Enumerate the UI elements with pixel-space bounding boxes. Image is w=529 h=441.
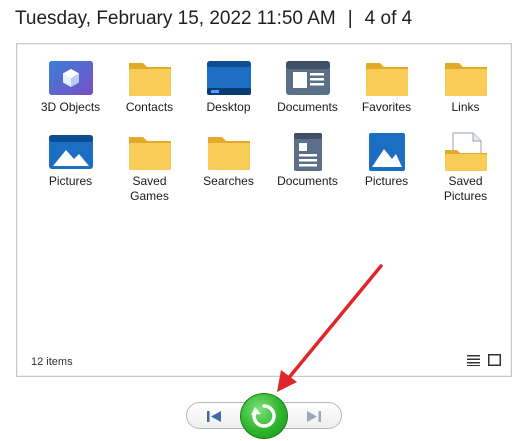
list-item-label: Desktop [206,100,251,114]
view-toggle-group [467,351,501,370]
list-item[interactable]: Searches [189,132,268,206]
list-item[interactable]: Pictures [31,132,110,206]
rotate-icon [251,404,276,428]
saved-pictures-folder-icon [443,132,489,172]
list-item[interactable]: Favorites [347,58,426,132]
list-item[interactable]: Links [426,58,505,132]
list-item-label: Saved Games [130,174,169,203]
list-item[interactable]: Contacts [110,58,189,132]
folder-icon [127,58,173,98]
list-item[interactable]: Desktop [189,58,268,132]
next-button[interactable] [299,406,329,426]
image-preview: 3D Objects Contacts Desktop Documents Fa… [16,43,512,377]
folder-icon [364,58,410,98]
list-item[interactable]: Pictures [347,132,426,206]
list-item-label: Pictures [364,174,409,188]
desktop-folder-icon [206,58,252,98]
rotate-button[interactable] [240,393,288,439]
large-icons-view-icon[interactable] [488,351,501,370]
list-item-label: 3D Objects [40,100,101,114]
list-item-label: Documents [277,174,338,188]
folder-icon [206,132,252,172]
skip-previous-icon [207,410,221,422]
pictures-library-icon [364,132,410,172]
folder-icon [443,58,489,98]
photo-datetime: Tuesday, February 15, 2022 11:50 AM [15,8,336,29]
list-item[interactable]: 3D Objects [31,58,110,132]
photo-position: 4 of 4 [364,8,413,29]
item-count: 12 items [31,356,73,368]
list-item-label: Links [451,100,480,114]
3d-objects-icon [48,58,94,98]
list-item-label: Contacts [125,100,174,114]
list-item[interactable]: Documents [268,132,347,206]
list-item[interactable]: Saved Games [110,132,189,206]
previous-button[interactable] [199,406,229,426]
list-item-label: Pictures [48,174,93,188]
list-item-label: Documents [277,100,338,114]
list-item-label: Searches [203,174,254,188]
skip-next-icon [307,410,321,422]
folder-icon [127,132,173,172]
folder-grid: 3D Objects Contacts Desktop Documents Fa… [31,58,503,206]
header-separator: | [347,8,353,29]
details-view-icon[interactable] [467,351,480,370]
documents-folder-icon [285,58,331,98]
photo-header: Tuesday, February 15, 2022 11:50 AM | 4 of… [15,8,412,30]
pictures-folder-icon [48,132,94,172]
list-item[interactable]: Saved Pictures [426,132,505,206]
list-item-label: Saved Pictures [443,174,488,203]
list-item-label: Favorites [361,100,412,114]
documents-library-icon [285,132,331,172]
list-item[interactable]: Documents [268,58,347,132]
